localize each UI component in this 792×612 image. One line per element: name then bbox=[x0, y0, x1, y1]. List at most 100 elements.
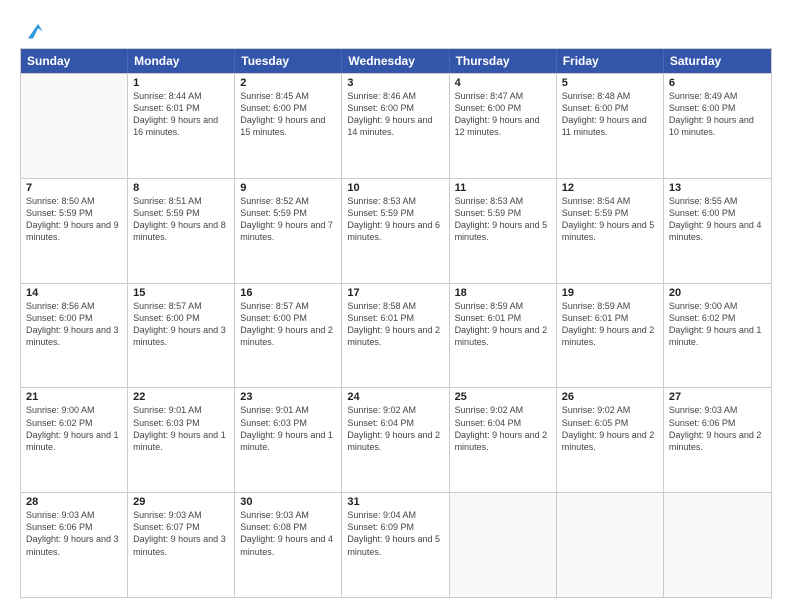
empty-cell bbox=[21, 74, 128, 178]
day-number: 9 bbox=[240, 182, 336, 194]
day-cell-30: 30Sunrise: 9:03 AM Sunset: 6:08 PM Dayli… bbox=[235, 493, 342, 597]
day-info: Sunrise: 9:02 AM Sunset: 6:04 PM Dayligh… bbox=[347, 404, 443, 453]
day-info: Sunrise: 8:52 AM Sunset: 5:59 PM Dayligh… bbox=[240, 195, 336, 244]
day-cell-2: 2Sunrise: 8:45 AM Sunset: 6:00 PM Daylig… bbox=[235, 74, 342, 178]
day-cell-8: 8Sunrise: 8:51 AM Sunset: 5:59 PM Daylig… bbox=[128, 179, 235, 283]
day-cell-21: 21Sunrise: 9:00 AM Sunset: 6:02 PM Dayli… bbox=[21, 388, 128, 492]
day-number: 21 bbox=[26, 391, 122, 403]
calendar-week-1: 1Sunrise: 8:44 AM Sunset: 6:01 PM Daylig… bbox=[21, 73, 771, 178]
day-cell-6: 6Sunrise: 8:49 AM Sunset: 6:00 PM Daylig… bbox=[664, 74, 771, 178]
day-info: Sunrise: 8:44 AM Sunset: 6:01 PM Dayligh… bbox=[133, 90, 229, 139]
day-info: Sunrise: 8:46 AM Sunset: 6:00 PM Dayligh… bbox=[347, 90, 443, 139]
day-number: 12 bbox=[562, 182, 658, 194]
header-day-saturday: Saturday bbox=[664, 49, 771, 73]
day-info: Sunrise: 8:47 AM Sunset: 6:00 PM Dayligh… bbox=[455, 90, 551, 139]
day-number: 28 bbox=[26, 496, 122, 508]
day-cell-26: 26Sunrise: 9:02 AM Sunset: 6:05 PM Dayli… bbox=[557, 388, 664, 492]
day-cell-18: 18Sunrise: 8:59 AM Sunset: 6:01 PM Dayli… bbox=[450, 284, 557, 388]
day-number: 15 bbox=[133, 287, 229, 299]
day-cell-10: 10Sunrise: 8:53 AM Sunset: 5:59 PM Dayli… bbox=[342, 179, 449, 283]
logo bbox=[20, 18, 44, 40]
day-number: 27 bbox=[669, 391, 766, 403]
day-number: 18 bbox=[455, 287, 551, 299]
day-number: 8 bbox=[133, 182, 229, 194]
day-number: 29 bbox=[133, 496, 229, 508]
logo-icon bbox=[22, 18, 44, 40]
day-info: Sunrise: 8:45 AM Sunset: 6:00 PM Dayligh… bbox=[240, 90, 336, 139]
day-info: Sunrise: 8:57 AM Sunset: 6:00 PM Dayligh… bbox=[240, 300, 336, 349]
day-number: 11 bbox=[455, 182, 551, 194]
day-cell-3: 3Sunrise: 8:46 AM Sunset: 6:00 PM Daylig… bbox=[342, 74, 449, 178]
day-cell-28: 28Sunrise: 9:03 AM Sunset: 6:06 PM Dayli… bbox=[21, 493, 128, 597]
day-cell-11: 11Sunrise: 8:53 AM Sunset: 5:59 PM Dayli… bbox=[450, 179, 557, 283]
day-cell-16: 16Sunrise: 8:57 AM Sunset: 6:00 PM Dayli… bbox=[235, 284, 342, 388]
day-cell-4: 4Sunrise: 8:47 AM Sunset: 6:00 PM Daylig… bbox=[450, 74, 557, 178]
day-cell-22: 22Sunrise: 9:01 AM Sunset: 6:03 PM Dayli… bbox=[128, 388, 235, 492]
header-day-thursday: Thursday bbox=[450, 49, 557, 73]
day-info: Sunrise: 9:03 AM Sunset: 6:06 PM Dayligh… bbox=[669, 404, 766, 453]
day-number: 1 bbox=[133, 77, 229, 89]
day-info: Sunrise: 9:03 AM Sunset: 6:08 PM Dayligh… bbox=[240, 509, 336, 558]
day-cell-13: 13Sunrise: 8:55 AM Sunset: 6:00 PM Dayli… bbox=[664, 179, 771, 283]
day-info: Sunrise: 8:56 AM Sunset: 6:00 PM Dayligh… bbox=[26, 300, 122, 349]
day-info: Sunrise: 9:01 AM Sunset: 6:03 PM Dayligh… bbox=[133, 404, 229, 453]
calendar-week-2: 7Sunrise: 8:50 AM Sunset: 5:59 PM Daylig… bbox=[21, 178, 771, 283]
day-info: Sunrise: 8:59 AM Sunset: 6:01 PM Dayligh… bbox=[562, 300, 658, 349]
day-number: 7 bbox=[26, 182, 122, 194]
day-info: Sunrise: 9:00 AM Sunset: 6:02 PM Dayligh… bbox=[26, 404, 122, 453]
day-cell-27: 27Sunrise: 9:03 AM Sunset: 6:06 PM Dayli… bbox=[664, 388, 771, 492]
day-info: Sunrise: 9:00 AM Sunset: 6:02 PM Dayligh… bbox=[669, 300, 766, 349]
day-cell-15: 15Sunrise: 8:57 AM Sunset: 6:00 PM Dayli… bbox=[128, 284, 235, 388]
day-cell-5: 5Sunrise: 8:48 AM Sunset: 6:00 PM Daylig… bbox=[557, 74, 664, 178]
empty-cell bbox=[450, 493, 557, 597]
day-number: 16 bbox=[240, 287, 336, 299]
header-day-friday: Friday bbox=[557, 49, 664, 73]
day-info: Sunrise: 8:50 AM Sunset: 5:59 PM Dayligh… bbox=[26, 195, 122, 244]
page: SundayMondayTuesdayWednesdayThursdayFrid… bbox=[0, 0, 792, 612]
calendar: SundayMondayTuesdayWednesdayThursdayFrid… bbox=[20, 48, 772, 598]
day-number: 17 bbox=[347, 287, 443, 299]
day-number: 4 bbox=[455, 77, 551, 89]
day-info: Sunrise: 9:03 AM Sunset: 6:06 PM Dayligh… bbox=[26, 509, 122, 558]
day-number: 31 bbox=[347, 496, 443, 508]
day-cell-12: 12Sunrise: 8:54 AM Sunset: 5:59 PM Dayli… bbox=[557, 179, 664, 283]
day-number: 13 bbox=[669, 182, 766, 194]
calendar-header: SundayMondayTuesdayWednesdayThursdayFrid… bbox=[21, 49, 771, 73]
day-number: 19 bbox=[562, 287, 658, 299]
day-cell-7: 7Sunrise: 8:50 AM Sunset: 5:59 PM Daylig… bbox=[21, 179, 128, 283]
day-number: 23 bbox=[240, 391, 336, 403]
day-number: 6 bbox=[669, 77, 766, 89]
day-number: 14 bbox=[26, 287, 122, 299]
day-info: Sunrise: 9:04 AM Sunset: 6:09 PM Dayligh… bbox=[347, 509, 443, 558]
day-info: Sunrise: 8:51 AM Sunset: 5:59 PM Dayligh… bbox=[133, 195, 229, 244]
day-cell-1: 1Sunrise: 8:44 AM Sunset: 6:01 PM Daylig… bbox=[128, 74, 235, 178]
day-number: 10 bbox=[347, 182, 443, 194]
day-info: Sunrise: 9:03 AM Sunset: 6:07 PM Dayligh… bbox=[133, 509, 229, 558]
calendar-body: 1Sunrise: 8:44 AM Sunset: 6:01 PM Daylig… bbox=[21, 73, 771, 597]
day-number: 30 bbox=[240, 496, 336, 508]
day-cell-29: 29Sunrise: 9:03 AM Sunset: 6:07 PM Dayli… bbox=[128, 493, 235, 597]
day-info: Sunrise: 8:57 AM Sunset: 6:00 PM Dayligh… bbox=[133, 300, 229, 349]
day-cell-17: 17Sunrise: 8:58 AM Sunset: 6:01 PM Dayli… bbox=[342, 284, 449, 388]
header-day-tuesday: Tuesday bbox=[235, 49, 342, 73]
calendar-week-3: 14Sunrise: 8:56 AM Sunset: 6:00 PM Dayli… bbox=[21, 283, 771, 388]
day-info: Sunrise: 8:48 AM Sunset: 6:00 PM Dayligh… bbox=[562, 90, 658, 139]
day-cell-9: 9Sunrise: 8:52 AM Sunset: 5:59 PM Daylig… bbox=[235, 179, 342, 283]
empty-cell bbox=[557, 493, 664, 597]
day-number: 5 bbox=[562, 77, 658, 89]
day-number: 20 bbox=[669, 287, 766, 299]
day-info: Sunrise: 9:01 AM Sunset: 6:03 PM Dayligh… bbox=[240, 404, 336, 453]
day-cell-25: 25Sunrise: 9:02 AM Sunset: 6:04 PM Dayli… bbox=[450, 388, 557, 492]
day-cell-19: 19Sunrise: 8:59 AM Sunset: 6:01 PM Dayli… bbox=[557, 284, 664, 388]
calendar-week-5: 28Sunrise: 9:03 AM Sunset: 6:06 PM Dayli… bbox=[21, 492, 771, 597]
day-number: 22 bbox=[133, 391, 229, 403]
header-day-sunday: Sunday bbox=[21, 49, 128, 73]
header bbox=[20, 18, 772, 40]
header-day-monday: Monday bbox=[128, 49, 235, 73]
day-info: Sunrise: 9:02 AM Sunset: 6:05 PM Dayligh… bbox=[562, 404, 658, 453]
day-info: Sunrise: 8:55 AM Sunset: 6:00 PM Dayligh… bbox=[669, 195, 766, 244]
day-info: Sunrise: 9:02 AM Sunset: 6:04 PM Dayligh… bbox=[455, 404, 551, 453]
day-number: 3 bbox=[347, 77, 443, 89]
day-info: Sunrise: 8:54 AM Sunset: 5:59 PM Dayligh… bbox=[562, 195, 658, 244]
empty-cell bbox=[664, 493, 771, 597]
